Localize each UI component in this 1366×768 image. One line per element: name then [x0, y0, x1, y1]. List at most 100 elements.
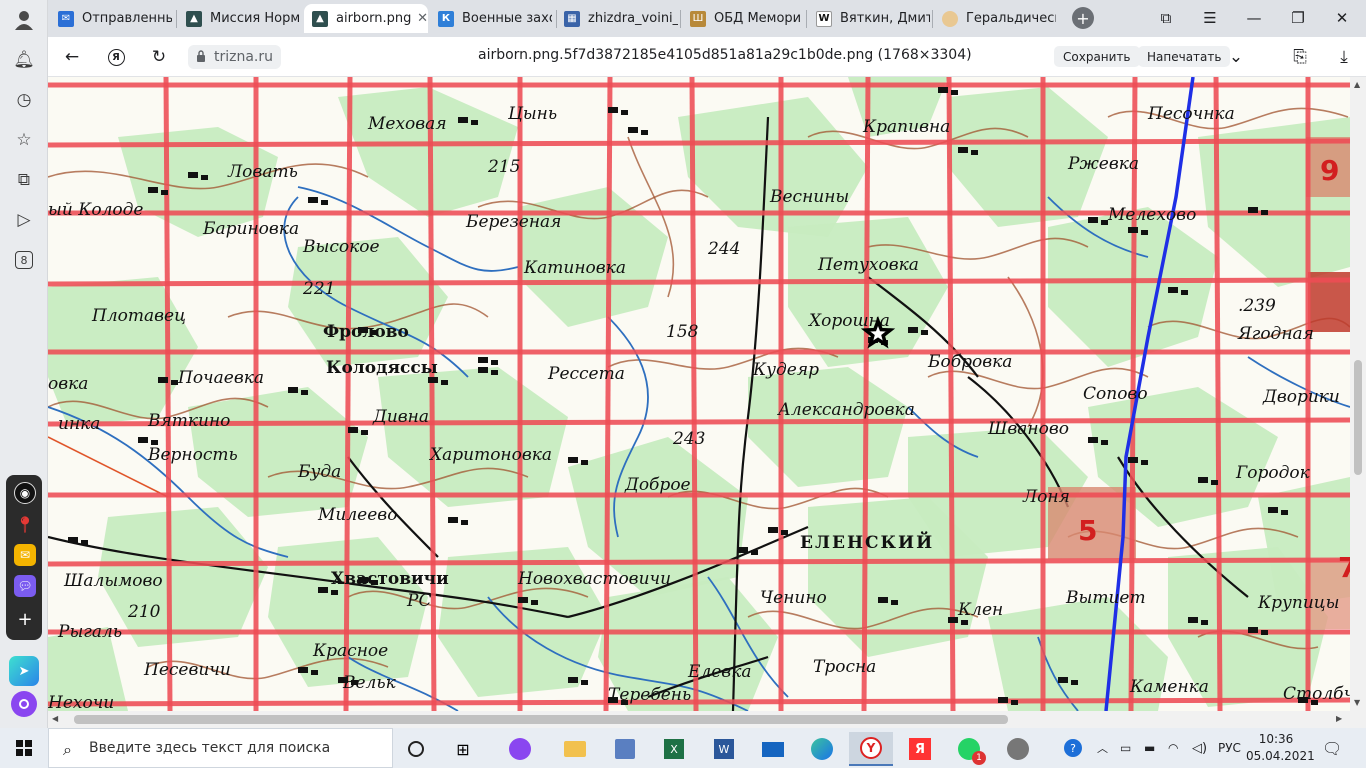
- tab-label: Миссия Норм: [210, 11, 300, 26]
- settlement-block: [971, 150, 978, 155]
- scroll-left-arrow-icon[interactable]: ◀: [52, 714, 58, 723]
- chevron-down-icon[interactable]: ⌄: [1224, 45, 1248, 69]
- tab-separator: [680, 10, 681, 28]
- tab-heraldry[interactable]: Геральдическ: [934, 4, 1056, 33]
- vertical-scrollbar[interactable]: ▲ ▼: [1350, 77, 1366, 711]
- add-app-icon[interactable]: +: [14, 608, 36, 630]
- tab-sent-mail[interactable]: ✉ Отправленны: [50, 4, 172, 33]
- horizontal-scroll-thumb[interactable]: [74, 715, 1008, 724]
- settlement-block: [1058, 677, 1068, 683]
- tab-obd-memorial[interactable]: Ш ОБД Мемори: [682, 4, 804, 33]
- notification-center-icon[interactable]: 🗨︎: [1322, 728, 1342, 768]
- settlement-block: [1268, 507, 1278, 513]
- vertical-scroll-thumb[interactable]: [1354, 360, 1362, 475]
- network-device-icon[interactable]: ▭: [1120, 728, 1131, 768]
- disk-icon[interactable]: [996, 732, 1040, 766]
- alice-taskbar-icon[interactable]: [498, 732, 542, 766]
- favorites-icon[interactable]: ☆: [10, 126, 38, 154]
- tab-zhizdra[interactable]: ▦ zhizdra_voini_: [556, 4, 678, 33]
- tab-airborn[interactable]: ▲ airborn.png ✕: [304, 4, 428, 33]
- settlement-block: [1248, 627, 1258, 633]
- store-icon[interactable]: [603, 732, 647, 766]
- lock-icon: [197, 50, 205, 62]
- settlement-block: [738, 547, 748, 553]
- tab-bar: ✉ Отправленны ▲ Миссия Норм ▲ airborn.pn…: [0, 0, 1366, 37]
- settlement-block: [958, 147, 968, 153]
- sidebar-badge[interactable]: 8: [10, 246, 38, 274]
- alice-assistant-icon[interactable]: ➤: [9, 656, 39, 686]
- file-explorer-icon[interactable]: [553, 732, 597, 766]
- map-label: Петуховка: [817, 255, 919, 275]
- page-title[interactable]: airborn.png.5f7d3872185e4105d851a81a29c1…: [478, 47, 972, 63]
- task-view-icon[interactable]: [394, 732, 438, 766]
- triangle-icon: ▲: [312, 10, 328, 27]
- notifications-icon[interactable]: 🔔︎: [10, 46, 38, 74]
- settlement-block: [491, 370, 498, 375]
- settlement-block: [311, 670, 318, 675]
- clock[interactable]: 10:36 05.04.2021: [1246, 731, 1315, 765]
- help-icon[interactable]: ?: [1064, 728, 1082, 768]
- restore-icon[interactable]: ❐: [1285, 6, 1311, 30]
- heraldry-icon: [942, 10, 958, 27]
- screen: ✉ Отправленны ▲ Миссия Норм ▲ airborn.pn…: [0, 0, 1366, 768]
- horizontal-scrollbar[interactable]: ◀ ▶: [48, 711, 1366, 728]
- save-button[interactable]: Сохранить: [1054, 46, 1140, 67]
- wifi-icon[interactable]: ◠: [1168, 728, 1178, 768]
- collections-icon[interactable]: ⧉: [10, 166, 38, 194]
- map-label: Цынь: [507, 104, 557, 124]
- settlement-block: [471, 120, 478, 125]
- volume-icon[interactable]: ◁): [1192, 728, 1207, 768]
- minimize-icon[interactable]: —: [1241, 6, 1267, 30]
- yandex-browser-icon[interactable]: Y: [849, 732, 893, 766]
- downloads-icon[interactable]: ⤓: [1332, 45, 1356, 69]
- map-label: Харитоновка: [428, 445, 552, 465]
- tabs-overview-icon[interactable]: ⧉: [1153, 6, 1179, 30]
- camera-app-icon[interactable]: ◉: [14, 482, 36, 504]
- tray-chevron-up-icon[interactable]: ︿: [1097, 728, 1108, 768]
- settlement-block: [568, 457, 578, 463]
- yandex-icon[interactable]: Я: [898, 732, 942, 766]
- maps-app-icon[interactable]: 📍︎: [14, 513, 36, 535]
- settlement-block: [301, 390, 308, 395]
- whatsapp-icon[interactable]: 1: [947, 732, 991, 766]
- map-label: РС: [406, 591, 431, 611]
- tab-wikipedia[interactable]: W Вяткин, Дмитр: [808, 4, 930, 33]
- search-placeholder: Введите здесь текст для поиска: [89, 740, 331, 756]
- video-icon[interactable]: ▷: [10, 206, 38, 234]
- new-tab-button[interactable]: +: [1072, 7, 1094, 29]
- edge-icon[interactable]: [800, 732, 844, 766]
- mail-taskbar-icon[interactable]: [751, 732, 795, 766]
- scroll-down-arrow-icon[interactable]: ▼: [1354, 698, 1360, 707]
- alice-voice-icon[interactable]: [11, 691, 37, 717]
- back-icon[interactable]: ←: [60, 45, 84, 69]
- domain-pill[interactable]: trizna.ru: [188, 45, 282, 69]
- close-window-icon[interactable]: ✕: [1329, 6, 1355, 30]
- scroll-up-arrow-icon[interactable]: ▲: [1354, 80, 1360, 89]
- close-tab-icon[interactable]: ✕: [417, 11, 428, 26]
- settlement-block: [81, 540, 88, 545]
- mail-app-icon[interactable]: ✉: [14, 544, 36, 566]
- yandex-icon[interactable]: Я: [104, 45, 128, 69]
- image-viewport[interactable]: Меховая Цынь Крапивна Песочнка Ловать 215 Весн…: [48, 77, 1350, 711]
- word-icon[interactable]: W: [702, 732, 746, 766]
- timeline-icon[interactable]: ⊞: [441, 732, 485, 766]
- start-button[interactable]: [0, 728, 48, 768]
- profile-icon[interactable]: [10, 6, 38, 34]
- print-button[interactable]: Напечатать: [1138, 46, 1231, 67]
- bookmarks-icon[interactable]: ⎘: [1288, 45, 1312, 69]
- battery-icon[interactable]: ▬: [1144, 728, 1155, 768]
- settlement-block: [318, 587, 328, 593]
- settlement-block: [1188, 617, 1198, 623]
- tab-military[interactable]: К Военные захо: [430, 4, 552, 33]
- language-indicator[interactable]: РУС: [1218, 728, 1241, 768]
- messenger-app-icon[interactable]: 💬︎: [14, 575, 36, 597]
- reload-icon[interactable]: ↻: [147, 45, 171, 69]
- menu-icon[interactable]: ☰: [1197, 6, 1223, 30]
- history-icon[interactable]: ◷: [10, 86, 38, 114]
- tab-mission[interactable]: ▲ Миссия Норм: [178, 4, 300, 33]
- excel-icon[interactable]: X: [652, 732, 696, 766]
- scroll-right-arrow-icon[interactable]: ▶: [1336, 714, 1342, 723]
- map-label: Меховая: [367, 114, 447, 134]
- map-label: ый Колоде: [48, 200, 143, 220]
- taskbar-search[interactable]: ⌕ Введите здесь текст для поиска: [48, 728, 393, 768]
